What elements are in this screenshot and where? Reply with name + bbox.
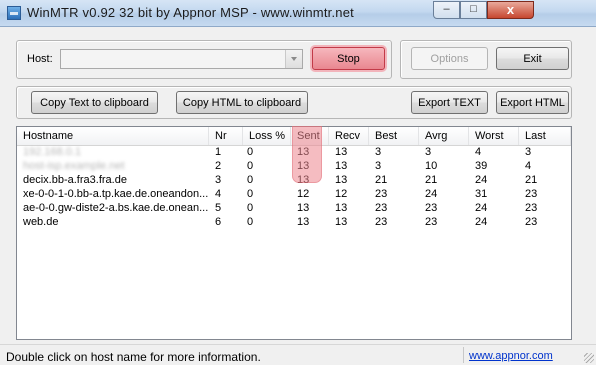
status-bar: Double click on host name for more infor…: [0, 344, 596, 365]
cell-last: 3: [525, 146, 532, 158]
cell-nr: 2: [215, 160, 222, 172]
cell-hostname[interactable]: xe-0-0-1-0.bb-a.tp.kae.de.oneandon...: [23, 188, 211, 201]
cell-hostname[interactable]: web.de: [23, 216, 211, 229]
cell-loss: 0: [247, 174, 254, 186]
cell-nr: 3: [215, 174, 222, 186]
appnor-link[interactable]: www.appnor.com: [469, 350, 553, 362]
cell-nr: 4: [215, 188, 222, 200]
exit-button[interactable]: Exit: [496, 47, 569, 70]
cell-hostname[interactable]: decix.bb-a.fra3.fra.de: [23, 174, 211, 187]
cell-sent: 12: [297, 188, 310, 200]
column-header-worst[interactable]: Worst: [469, 127, 519, 145]
column-header-nr[interactable]: Nr: [209, 127, 243, 145]
table-row[interactable]: web.de 6 0 13 13 23 23 24 23: [17, 216, 571, 229]
cell-last: 23: [525, 188, 538, 200]
cell-best: 3: [375, 160, 382, 172]
cell-last: 21: [525, 174, 538, 186]
cell-avrg: 23: [425, 202, 438, 214]
cell-avrg: 24: [425, 188, 438, 200]
cell-sent: 13: [297, 202, 310, 214]
close-button[interactable]: x: [487, 1, 534, 19]
cell-avrg: 23: [425, 216, 438, 228]
window-title: WinMTR v0.92 32 bit by Appnor MSP - www.…: [27, 5, 354, 20]
cell-worst: 4: [475, 146, 482, 158]
cell-loss: 0: [247, 188, 254, 200]
host-combobox[interactable]: [60, 49, 303, 69]
cell-worst: 31: [475, 188, 488, 200]
cell-worst: 24: [475, 216, 488, 228]
cell-recv: 13: [335, 174, 348, 186]
table-row[interactable]: ae-0-0.gw-diste2-a.bs.kae.de.onean... 5 0 1…: [17, 202, 571, 215]
column-header-hostname[interactable]: Hostname: [17, 127, 209, 145]
table-row[interactable]: xe-0-0-1-0.bb-a.tp.kae.de.oneandon... 4 0 1…: [17, 188, 571, 201]
cell-loss: 0: [247, 202, 254, 214]
cell-recv: 13: [335, 146, 348, 158]
cell-loss: 0: [247, 160, 254, 172]
app-icon: [7, 6, 21, 20]
cell-avrg: 3: [425, 146, 432, 158]
cell-best: 23: [375, 188, 388, 200]
cell-nr: 1: [215, 146, 222, 158]
title-bar: WinMTR v0.92 32 bit by Appnor MSP - www.…: [0, 0, 596, 27]
cell-last: 23: [525, 202, 538, 214]
cell-recv: 12: [335, 188, 348, 200]
cell-sent: 13: [297, 216, 310, 228]
cell-avrg: 10: [425, 160, 438, 172]
cell-loss: 0: [247, 216, 254, 228]
cell-avrg: 21: [425, 174, 438, 186]
cell-recv: 13: [335, 160, 348, 172]
cell-worst: 24: [475, 202, 488, 214]
status-text: Double click on host name for more infor…: [6, 350, 261, 364]
stop-button[interactable]: Stop: [312, 47, 385, 70]
cell-best: 23: [375, 202, 388, 214]
cell-last: 4: [525, 160, 532, 172]
cell-nr: 6: [215, 216, 222, 228]
maximize-button[interactable]: □: [460, 1, 487, 19]
cell-recv: 13: [335, 216, 348, 228]
chevron-down-icon[interactable]: [285, 50, 302, 68]
cell-best: 23: [375, 216, 388, 228]
column-header-loss[interactable]: Loss %: [243, 127, 291, 145]
column-header-last[interactable]: Last: [519, 127, 571, 145]
cell-best: 3: [375, 146, 382, 158]
copy-text-button[interactable]: Copy Text to clipboard: [31, 91, 158, 114]
cell-last: 23: [525, 216, 538, 228]
column-header-best[interactable]: Best: [369, 127, 419, 145]
status-separator: [463, 347, 464, 363]
cell-hostname[interactable]: host-isp.example.net: [23, 160, 211, 173]
resize-grip-icon[interactable]: [584, 353, 594, 363]
cell-recv: 13: [335, 202, 348, 214]
column-header-avrg[interactable]: Avrg: [419, 127, 469, 145]
host-input[interactable]: [61, 50, 283, 68]
cell-nr: 5: [215, 202, 222, 214]
column-header-recv[interactable]: Recv: [329, 127, 369, 145]
export-html-button[interactable]: Export HTML: [496, 91, 569, 114]
cell-hostname[interactable]: 192.168.0.1: [23, 146, 211, 159]
copy-html-button[interactable]: Copy HTML to clipboard: [176, 91, 308, 114]
minimize-button[interactable]: –: [433, 1, 460, 19]
cell-best: 21: [375, 174, 388, 186]
cell-worst: 39: [475, 160, 488, 172]
export-text-button[interactable]: Export TEXT: [411, 91, 488, 114]
cell-loss: 0: [247, 146, 254, 158]
cell-hostname[interactable]: ae-0-0.gw-diste2-a.bs.kae.de.onean...: [23, 202, 211, 215]
options-button[interactable]: Options: [411, 47, 488, 70]
host-label: Host:: [27, 53, 53, 65]
sent-column-highlight: [292, 126, 322, 183]
cell-worst: 24: [475, 174, 488, 186]
